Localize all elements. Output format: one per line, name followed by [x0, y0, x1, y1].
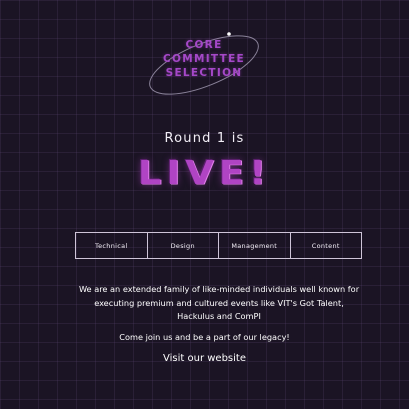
logo-text: CORE COMMITTEE SELECTION: [145, 38, 263, 80]
department-tabs: Technical Design Management Content: [75, 232, 362, 259]
tab-technical[interactable]: Technical: [76, 233, 148, 258]
description-line-1: We are an extended family of like-minded…: [78, 284, 360, 294]
description-line-2: executing premium and cultured events li…: [94, 297, 344, 308]
logo-line-committee: COMMITTEE: [162, 53, 246, 65]
tab-content[interactable]: Content: [291, 233, 362, 258]
tab-management[interactable]: Management: [219, 233, 291, 258]
round-heading: Round 1 is: [164, 131, 245, 146]
logo-line-selection: SELECTION: [165, 67, 243, 79]
description: We are an extended family of like-minded…: [74, 283, 364, 324]
logo-line-core: CORE: [185, 39, 223, 51]
core-committee-logo: CORE COMMITTEE SELECTION: [145, 28, 263, 103]
visit-website-link[interactable]: Visit our website: [0, 353, 409, 364]
tab-design[interactable]: Design: [148, 233, 219, 258]
join-text: Come join us and be a part of our legacy…: [119, 332, 290, 342]
live-heading: LIVE!: [137, 153, 272, 192]
description-line-3: Hackulus and ComPI: [177, 311, 261, 321]
